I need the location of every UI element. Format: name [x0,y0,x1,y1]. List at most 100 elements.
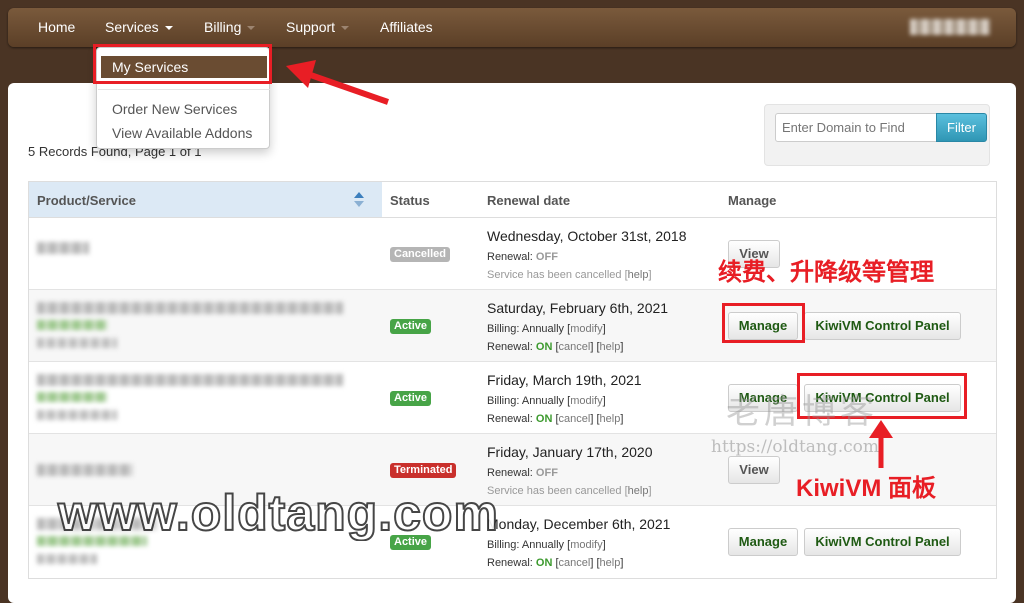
product-domain-redacted [37,410,117,420]
renewal-info: Friday, January 17th, 2020 Renewal: OFF … [487,444,653,500]
nav-support[interactable]: Support [286,19,350,35]
cancel-link[interactable]: cancel [559,557,591,569]
cancel-link[interactable]: cancel [559,413,591,425]
menu-item-order-new-services[interactable]: Order New Services [112,101,237,117]
table-row[interactable]: Active Saturday, February 6th, 2021 Bill… [29,290,996,362]
status-badge: Terminated [390,463,457,478]
help-link[interactable]: help [600,413,621,425]
column-header-manage: Manage [728,193,777,208]
domain-filter-input[interactable] [775,113,937,142]
product-name-redacted [37,302,343,314]
renewal-status: ON [535,341,553,353]
arrow-head [869,420,893,438]
billing-label: Billing: [487,395,520,407]
menu-item-view-addons[interactable]: View Available Addons [112,125,252,141]
renewal-date: Saturday, February 6th, 2021 [487,300,669,316]
filter-button[interactable]: Filter [936,113,987,142]
cancel-note-text: Service has been cancelled [487,269,622,281]
renewal-date: Wednesday, October 31st, 2018 [487,228,687,244]
status-badge: Active [390,391,432,406]
nav-support-label: Support [286,19,336,35]
manage-button[interactable]: Manage [728,528,798,556]
annotation-manage-note: 续费、升降级等管理 [718,259,934,286]
renewal-label: Renewal: [487,467,533,479]
billing-line: Billing: Annually [modify] [487,323,606,335]
menu-divider [98,89,270,90]
product-domain-redacted [37,554,97,564]
renewal-line: Renewal: ON [cancel] [help] [487,557,624,569]
annotation-up-arrow-icon [869,420,893,468]
chevron-down-icon [164,26,173,31]
cancel-note-text: Service has been cancelled [487,485,622,497]
top-nav: Home Services Billing Support Affiliates [8,8,1016,47]
billing-line: Billing: Annually [modify] [487,395,606,407]
renewal-line: Renewal: OFF [487,248,687,266]
nav-services-label: Services [105,19,159,35]
help-link[interactable]: help [600,557,621,569]
renewal-line: Renewal: OFF [487,464,653,482]
nav-home[interactable]: Home [38,19,75,35]
renewal-status: OFF [535,251,558,263]
help-link[interactable]: help [628,269,649,281]
annotation-arrow-icon [286,60,389,105]
renewal-date: Monday, December 6th, 2021 [487,516,671,532]
renewal-label: Renewal: [487,341,533,353]
product-name-redacted [37,464,133,476]
arrow-head [286,60,316,88]
status-badge: Cancelled [390,247,450,262]
help-link[interactable]: help [600,341,621,353]
billing-cycle: Annually [521,395,565,407]
product-ip-redacted [37,320,107,330]
renewal-line: Renewal: ON [cancel] [help] [487,341,624,353]
kiwivm-panel-button[interactable]: KiwiVM Control Panel [804,312,961,340]
cancel-note: Service has been cancelled [help] [487,269,652,281]
product-name-redacted [37,242,89,254]
nav-billing[interactable]: Billing [204,19,256,35]
product-ip-redacted [37,392,107,402]
billing-cycle: Annually [521,323,565,335]
status-badge: Active [390,319,432,334]
highlight-manage-button [722,303,805,343]
watermark-cn: 老唐博客 [726,392,878,432]
column-header-status[interactable]: Status [390,193,430,208]
watermark-url: https://oldtang.com [711,437,880,457]
modify-link[interactable]: modify [570,395,602,407]
renewal-label: Renewal: [487,557,533,569]
help-link[interactable]: help [628,485,649,497]
chevron-down-icon [341,26,350,31]
user-account-menu[interactable] [910,19,990,35]
billing-label: Billing: [487,323,520,335]
arrow-shaft [301,69,389,105]
renewal-date: Friday, March 19th, 2021 [487,372,642,388]
renewal-status: ON [535,413,553,425]
billing-cycle: Annually [521,539,565,551]
kiwivm-panel-button[interactable]: KiwiVM Control Panel [804,528,961,556]
renewal-label: Renewal: [487,413,533,425]
renewal-info: Monday, December 6th, 2021 Billing: Annu… [487,516,670,572]
renewal-line: Renewal: ON [cancel] [help] [487,413,624,425]
annotation-panel-note: KiwiVM 面板 [796,475,937,502]
cancel-note: Service has been cancelled [help] [487,485,652,497]
product-domain-redacted [37,338,117,348]
renewal-status: ON [535,557,553,569]
cancel-link[interactable]: cancel [559,341,591,353]
view-button[interactable]: View [728,456,780,484]
highlight-my-services [93,44,272,84]
chevron-down-icon [247,26,256,31]
renewal-info: Wednesday, October 31st, 2018 Renewal: O… [487,228,687,284]
nav-services[interactable]: Services [105,19,173,35]
nav-affiliates[interactable]: Affiliates [380,19,433,35]
watermark-main: www.oldtang.com [57,484,499,542]
renewal-info: Friday, March 19th, 2021 Billing: Annual… [487,372,642,428]
renewal-info: Saturday, February 6th, 2021 Billing: An… [487,300,668,356]
column-header-renewal[interactable]: Renewal date [487,193,570,208]
table-header: Product/Service Status Renewal date Mana… [29,182,996,218]
column-header-product[interactable]: Product/Service [37,193,136,208]
modify-link[interactable]: modify [570,323,602,335]
renewal-label: Renewal: [487,251,533,263]
renewal-status: OFF [535,467,558,479]
product-name-redacted [37,374,343,386]
renewal-date: Friday, January 17th, 2020 [487,444,653,460]
sort-arrows-icon[interactable] [354,192,364,208]
modify-link[interactable]: modify [570,539,602,551]
